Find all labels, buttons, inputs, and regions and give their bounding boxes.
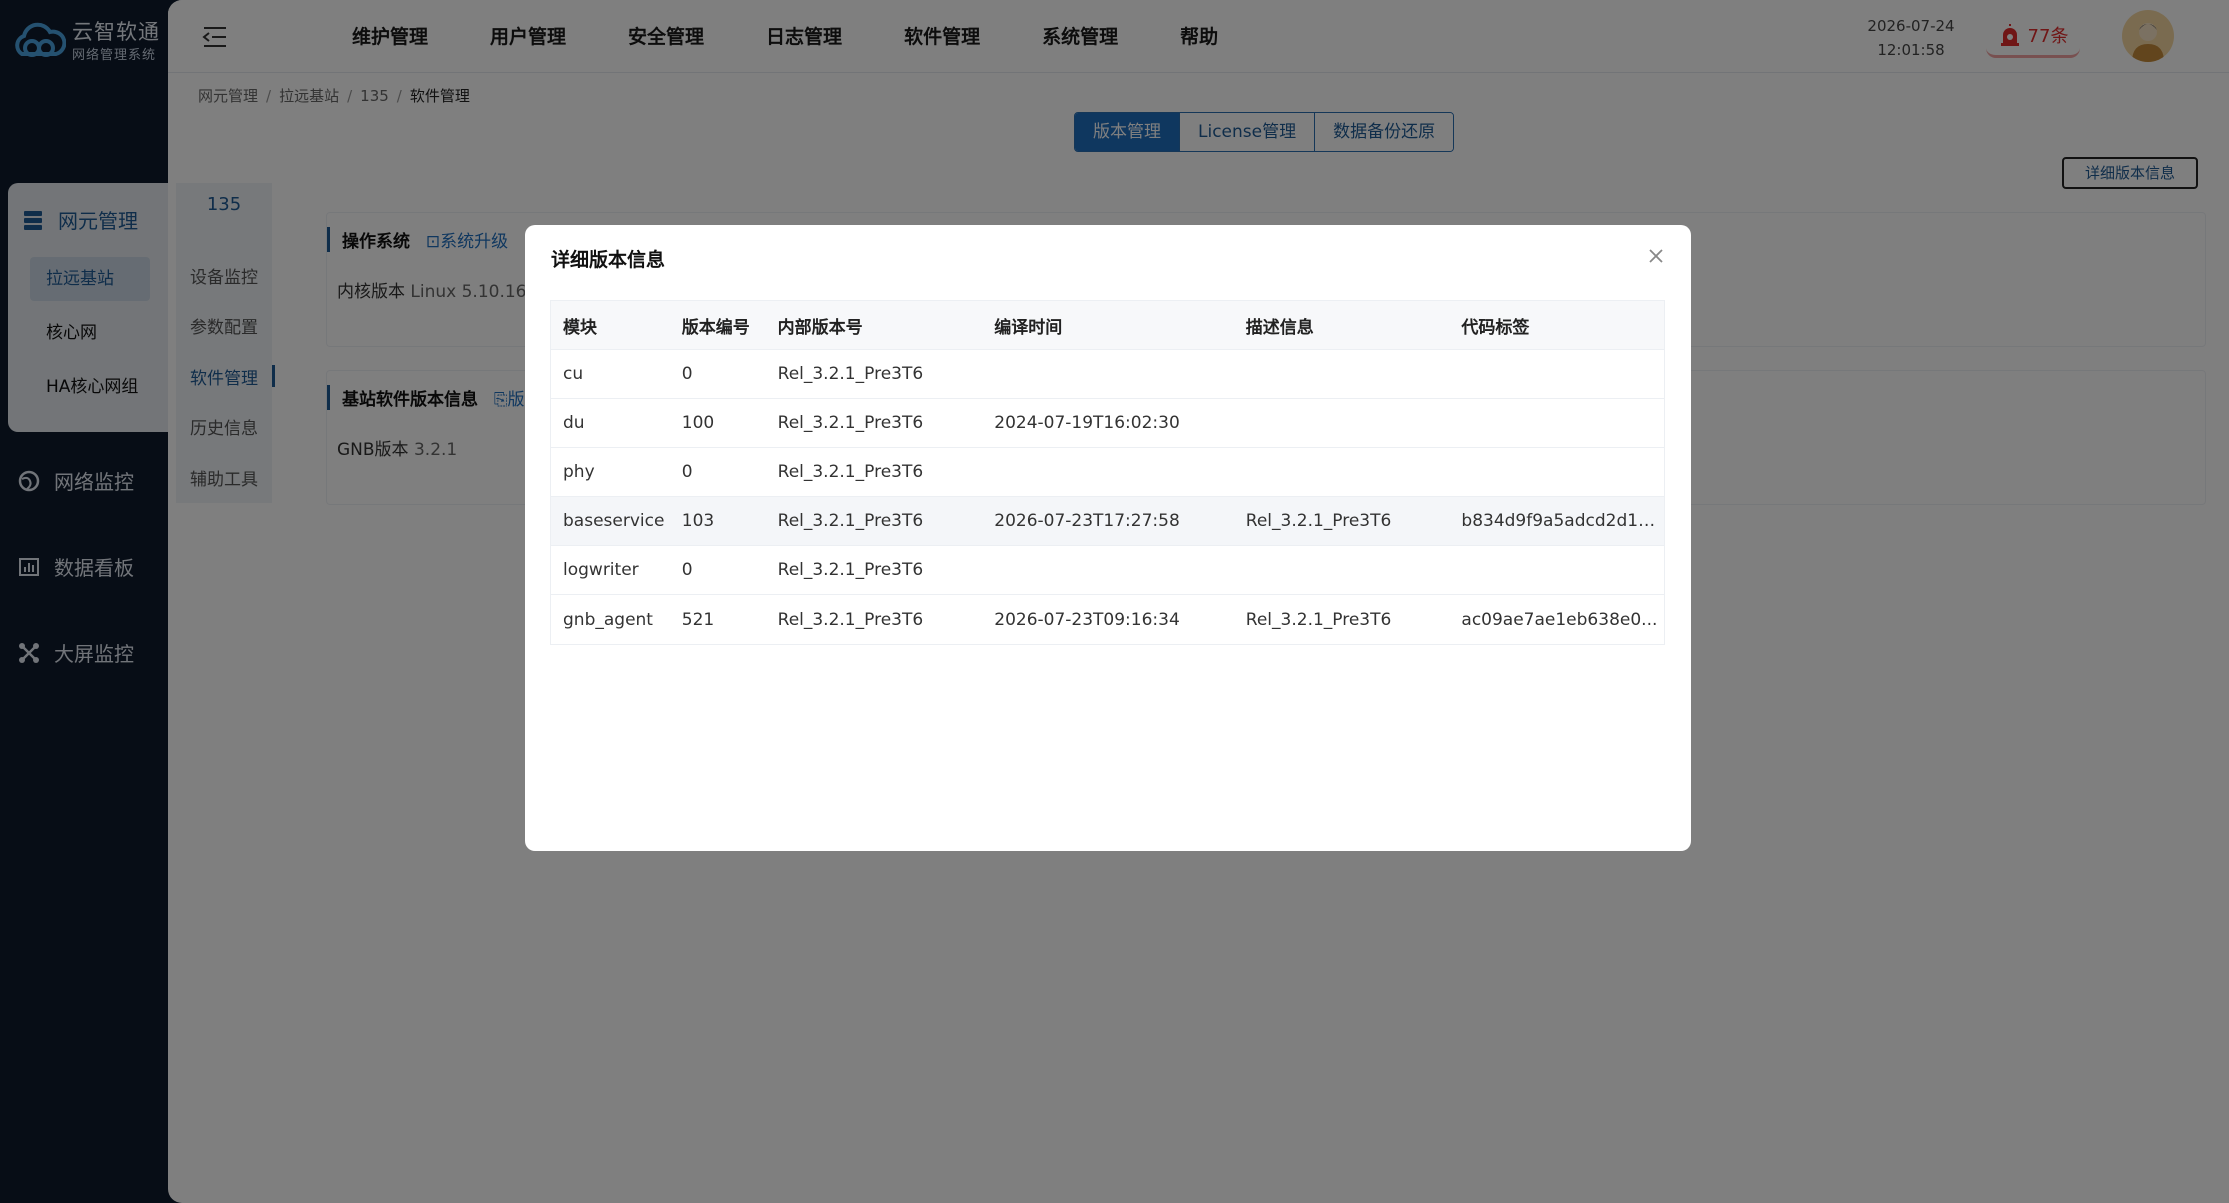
close-icon[interactable] [1643,243,1669,269]
table-row: baseservice 103 Rel_3.2.1_Pre3T6 2026-07… [551,497,1664,546]
table-row: cu 0 Rel_3.2.1_Pre3T6 [551,350,1664,399]
table-row: gnb_agent 521 Rel_3.2.1_Pre3T6 2026-07-2… [551,595,1664,644]
table-cell: Rel_3.2.1_Pre3T6 [1245,609,1392,630]
table-cell: 2026-07-23T17:27:58 [994,511,1180,531]
table-cell: Rel_3.2.1_Pre3T6 [777,364,924,384]
table-cell: du [563,413,585,433]
modal-title: 详细版本信息 [551,249,666,271]
column-header: 编译时间 [994,317,1063,338]
table-cell: Rel_3.2.1_Pre3T6 [777,413,924,433]
table-cell: 2026-07-23T09:16:34 [994,609,1180,630]
table-cell: 0 [681,462,693,482]
table-cell: 521 [681,609,715,630]
column-header: 代码标签 [1461,317,1530,338]
table-row: du 100 Rel_3.2.1_Pre3T6 2024-07-19T16:02… [551,399,1664,448]
table-cell: 100 [681,413,715,433]
table-cell: Rel_3.2.1_Pre3T6 [777,462,924,482]
table-cell: Rel_3.2.1_Pre3T6 [777,609,924,630]
table-cell: 0 [681,560,693,580]
table-cell: baseservice [563,511,665,531]
table-cell: 0 [681,364,693,384]
table-cell: cu [563,364,584,384]
table-cell: ac09ae7ae1eb638e0... [1461,609,1658,630]
table-row: logwriter 0 Rel_3.2.1_Pre3T6 [551,546,1664,595]
table-row: phy 0 Rel_3.2.1_Pre3T6 [551,448,1664,497]
table-cell: Rel_3.2.1_Pre3T6 [777,560,924,580]
table-cell: Rel_3.2.1_Pre3T6 [1245,511,1392,531]
table-cell: phy [563,462,595,482]
column-header: 模块 [563,317,597,338]
table-cell: gnb_agent [563,609,653,630]
table-cell: Rel_3.2.1_Pre3T6 [777,511,924,531]
table-cell: 2024-07-19T16:02:30 [994,413,1180,433]
table-cell: 103 [681,511,715,531]
column-header: 描述信息 [1245,317,1314,338]
column-header: 内部版本号 [777,317,863,338]
version-detail-modal: 详细版本信息 模块 版本编号 内部版本号 编译时间 描述信息 代码标签 cu 0… [525,225,1691,851]
table-cell: logwriter [563,560,639,580]
version-table: 模块 版本编号 内部版本号 编译时间 描述信息 代码标签 cu 0 Rel_3.… [550,300,1665,645]
column-header: 版本编号 [681,317,750,338]
table-header-row: 模块 版本编号 内部版本号 编译时间 描述信息 代码标签 [551,301,1664,350]
table-cell: b834d9f9a5adcd2d17... [1461,511,1665,531]
